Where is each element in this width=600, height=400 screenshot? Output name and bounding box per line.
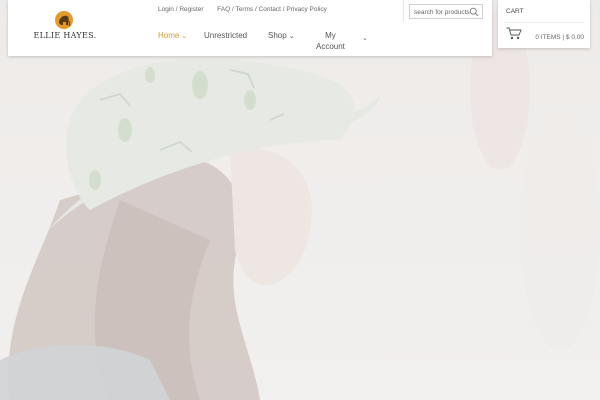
cart-panel[interactable]: CART 0 ITEMS | $ 0.00 [498, 0, 590, 48]
nav-account-line1: My [325, 31, 336, 40]
hero-image [0, 0, 600, 400]
nav-shop[interactable]: Shop ⌄ [268, 31, 295, 40]
site-header: ELLIE HAYES. Login / Register FAQ / Term… [8, 0, 492, 56]
nav-unrestricted-label: Unrestricted [204, 31, 248, 40]
site-logo[interactable]: ELLIE HAYES. [30, 10, 100, 46]
elephant-icon [55, 11, 73, 29]
search-box [409, 4, 483, 19]
chevron-down-icon[interactable]: ⌄ [362, 34, 368, 42]
nav-account-line2: Account [316, 42, 345, 51]
brand-name: ELLIE HAYES. [33, 31, 97, 40]
search-input[interactable] [414, 7, 472, 17]
chevron-down-icon: ⌄ [288, 33, 295, 40]
nav-unrestricted[interactable]: Unrestricted [204, 31, 247, 40]
nav-home[interactable]: Home ⌄ [158, 31, 187, 40]
info-links[interactable]: FAQ / Terms / Contact / Privacy Policy [217, 6, 327, 13]
nav-my-account[interactable]: My Account [316, 30, 345, 52]
login-register-link[interactable]: Login / Register [158, 6, 204, 13]
header-divider [403, 0, 404, 22]
nav-home-label: Home [158, 31, 180, 40]
top-links: Login / Register FAQ / Terms / Contact /… [158, 6, 327, 13]
hero-veil [0, 0, 600, 400]
cart-icon[interactable] [506, 27, 522, 40]
cart-summary: 0 ITEMS | $ 0.00 [535, 34, 584, 41]
search-icon[interactable] [469, 7, 479, 17]
nav-shop-label: Shop [268, 31, 287, 40]
cart-title: CART [506, 8, 524, 15]
chevron-down-icon: ⌄ [181, 33, 188, 40]
cart-divider [504, 22, 584, 23]
